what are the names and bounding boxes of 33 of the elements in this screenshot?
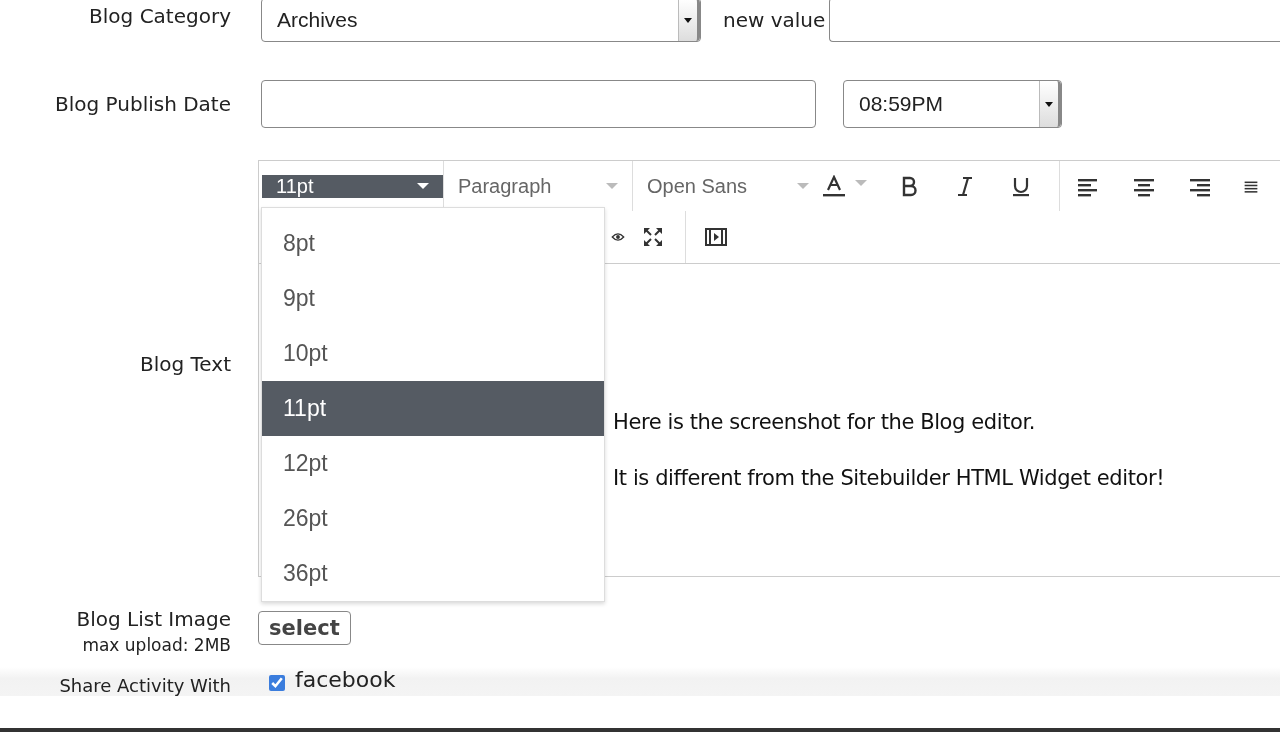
block-format-dropdown[interactable]: Paragraph: [444, 174, 632, 198]
font-family-dropdown[interactable]: Open Sans: [633, 174, 823, 198]
font-size-option[interactable]: 8pt: [262, 216, 604, 271]
category-select[interactable]: Archives: [261, 0, 701, 42]
field-label: max upload: 2MB: [82, 635, 231, 655]
select-button[interactable]: select: [258, 611, 351, 645]
field-label: Blog Publish Date: [55, 92, 231, 116]
font-size-option[interactable]: 9pt: [262, 271, 604, 326]
field-label: Share Activity With: [59, 675, 231, 696]
date-field[interactable]: [261, 80, 816, 128]
field-label: Blog List Image: [76, 607, 231, 631]
underline-icon[interactable]: [1010, 175, 1032, 197]
share-checkbox[interactable]: [269, 674, 285, 691]
field-label: Blog Category: [89, 4, 231, 28]
new-value-field[interactable]: [829, 0, 1280, 42]
font-size-option[interactable]: 36pt: [262, 546, 604, 601]
field-label: Blog Text: [140, 352, 231, 376]
time-select[interactable]: 08:59PM: [843, 80, 1062, 128]
font-size-option[interactable]: 11pt: [262, 381, 604, 436]
checkbox-label: facebook: [295, 667, 396, 692]
font-size-option[interactable]: 26pt: [262, 491, 604, 546]
video-icon[interactable]: [705, 226, 727, 248]
caret-icon: [606, 182, 618, 190]
paragraph-text: Here is the screenshot for the Blog editor.: [613, 410, 1037, 434]
fullscreen-icon[interactable]: [642, 226, 664, 248]
new-value-label: new value: [723, 8, 826, 32]
caret-icon: [417, 182, 429, 190]
text-color-icon[interactable]: [823, 175, 845, 197]
caret-icon: [797, 182, 809, 190]
paragraph-text: It is different from the Sitebuilder HTML Widget editor!: [613, 466, 1166, 490]
font-size-option[interactable]: 10pt: [262, 326, 604, 381]
font-size-dropdown[interactable]: 11pt: [262, 174, 443, 198]
font-size-option[interactable]: 12pt: [262, 436, 604, 491]
